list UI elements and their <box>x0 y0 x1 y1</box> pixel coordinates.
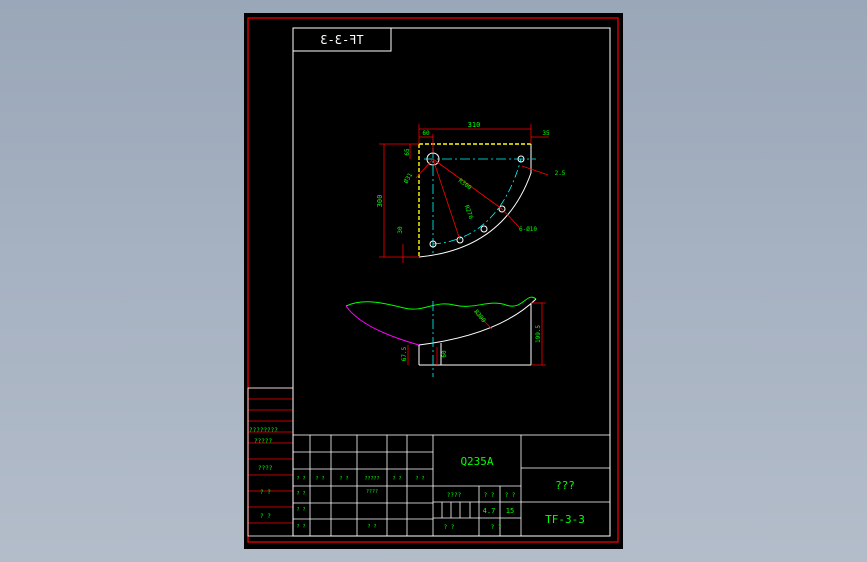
grid-r3-c1: ? ? <box>296 524 305 530</box>
grid-r1-c6: ? ? <box>415 476 424 482</box>
side-label-3: ???? <box>258 465 273 472</box>
grid-r1-c3: ? ? <box>339 476 348 482</box>
side-label-1: ???????? <box>249 427 278 434</box>
dim-left-top: 65 <box>404 148 411 156</box>
grid-r1-c2: ? ? <box>315 476 324 482</box>
bottom-label-1: ? ? <box>444 524 455 531</box>
col-b-label: ? ? <box>505 492 516 499</box>
side-label-4: ? ? <box>260 489 271 496</box>
scale-label: ???? <box>447 492 462 499</box>
cad-drawing-sheet: TF-3-3 310 60 35 65 300 30 Ø31 R300 R276… <box>247 17 619 543</box>
dim-phi: Ø31 <box>403 171 415 184</box>
dim-left-height: 300 <box>376 195 384 208</box>
weight-value: 4.7 <box>483 507 496 515</box>
grid-r1-c5: ? ? <box>392 476 401 482</box>
grid-r2-c3: ? ? <box>296 507 305 513</box>
dim-r2: R276 <box>463 204 475 220</box>
drawing-viewport[interactable]: TF-3-3 310 60 35 65 300 30 Ø31 R300 R276… <box>244 13 623 549</box>
part-name: ??? <box>555 479 575 492</box>
hole-3 <box>480 225 488 233</box>
lower-arc <box>418 298 537 346</box>
section-view: 67.5 60 199.5 R300 <box>345 296 546 377</box>
top-view: 310 60 35 65 300 30 Ø31 R300 R276 6-Ø10 … <box>376 121 566 263</box>
material-text: Q235A <box>460 455 493 468</box>
grid-r3-c2: ? ? <box>367 524 376 530</box>
dim-holes: 6-Ø10 <box>519 226 537 233</box>
drawing-number: TF-3-3 <box>545 513 585 526</box>
hole-arc-centerline <box>432 158 522 245</box>
grid-r2-c2: ???? <box>366 489 378 495</box>
scale-value: 15 <box>506 507 514 515</box>
dim-lower-w: 60 <box>441 350 448 358</box>
magenta-arc <box>345 305 420 346</box>
code-box-text: TF-3-3 <box>320 33 363 47</box>
dim-top-width: 310 <box>468 121 481 129</box>
col-a-label: ? ? <box>484 492 495 499</box>
grid-r1-c1: ? ? <box>296 476 305 482</box>
title-block: ???????? ????? ??? ? ? ? ? ? ? ? ? ? ? ? … <box>247 387 611 537</box>
drawing-frame <box>292 27 611 537</box>
dim-top-left: 60 <box>422 130 430 137</box>
grid-r2-c1: ? ? <box>296 491 305 497</box>
grid-r1-c4: ????? <box>364 476 379 482</box>
dim-lower-h: 67.5 <box>401 346 408 361</box>
dim-chamfer-leader <box>521 165 549 176</box>
dim-radius-r2 <box>432 158 461 241</box>
dim-chamfer: 2.5 <box>555 170 566 177</box>
dim-r1: R300 <box>457 177 473 191</box>
side-label-2: ????? <box>254 438 272 445</box>
side-label-5: ? ? <box>260 513 271 520</box>
bottom-label-2: ? ? <box>491 524 502 531</box>
dim-lower-right: 199.5 <box>535 325 542 343</box>
dim-left-bottom: 30 <box>397 226 404 234</box>
dim-top-right: 35 <box>542 130 550 137</box>
wavy-profile <box>345 296 537 310</box>
